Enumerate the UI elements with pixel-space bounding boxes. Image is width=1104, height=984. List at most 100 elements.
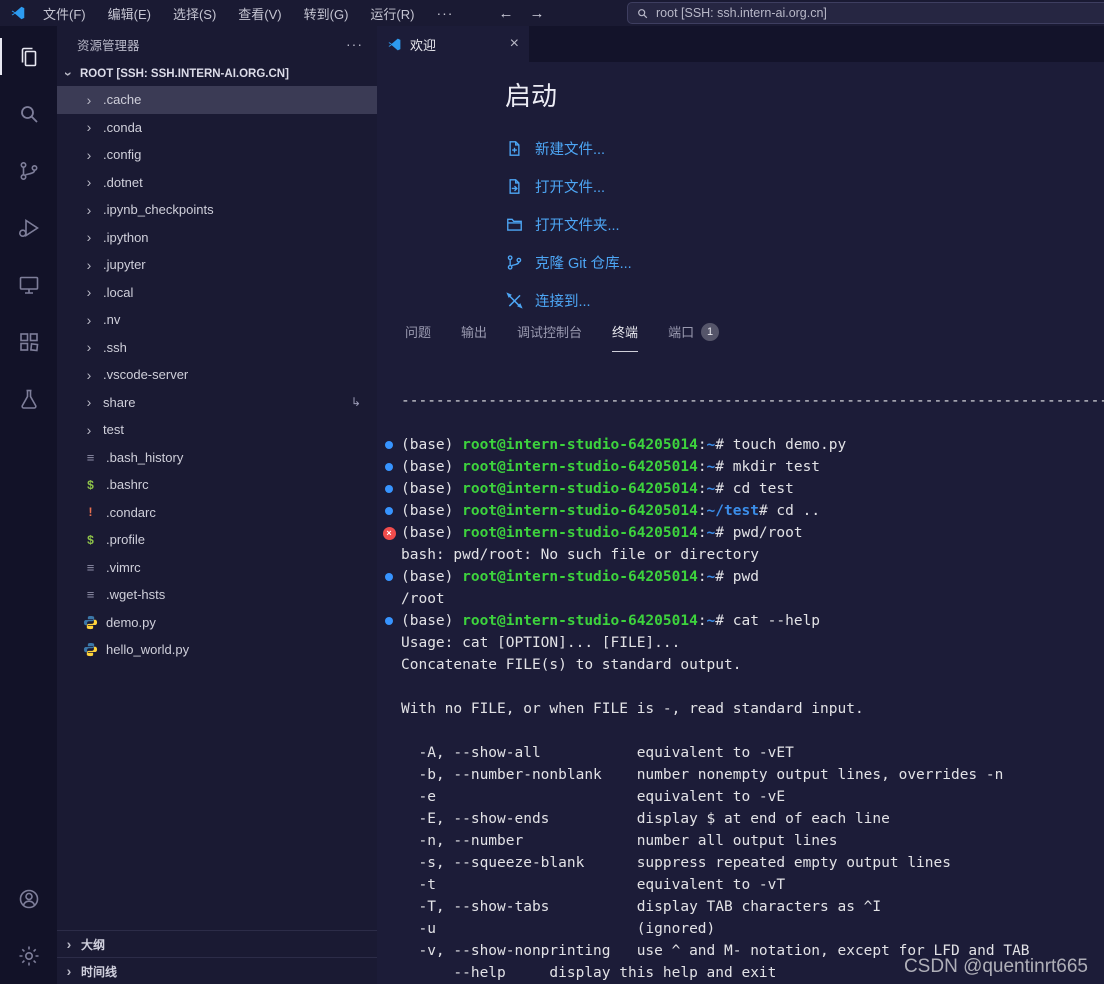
panel-tab[interactable]: 调试控制台 [517, 312, 582, 352]
terminal-gutter [377, 485, 401, 493]
tree-item[interactable]: $ .profile [57, 526, 377, 554]
tree-item[interactable]: ≡ .bash_history [57, 444, 377, 472]
close-icon[interactable]: × [510, 35, 519, 53]
tree-item-label: .nv [103, 312, 121, 328]
settings-icon[interactable] [0, 927, 57, 984]
panel-tab[interactable]: 输出 [461, 312, 487, 352]
menu-item[interactable]: 转到(G) [293, 4, 360, 23]
tree-item[interactable]: $ .bashrc [57, 471, 377, 499]
tree-item[interactable]: › .ipynb_checkpoints [57, 196, 377, 224]
terminal-text: ----------------------------------------… [401, 393, 1104, 409]
panel-tab[interactable]: 问题 [405, 312, 431, 352]
tree-item[interactable]: ≡ .wget-hsts [57, 581, 377, 609]
tab-label: 欢迎 [410, 37, 437, 53]
extensions-icon[interactable] [0, 313, 57, 370]
welcome-start-title: 启动 [505, 81, 558, 111]
tree-item[interactable]: › .cache [57, 86, 377, 114]
chevron-right-icon: › [86, 146, 92, 163]
testing-icon[interactable] [0, 370, 57, 427]
terminal-line: With no FILE, or when FILE is -, read st… [377, 698, 1104, 720]
tab-welcome[interactable]: 欢迎 × [377, 26, 529, 62]
welcome-link-label: 打开文件夹... [535, 217, 620, 234]
menu-item[interactable]: 运行(R) [359, 4, 425, 23]
nav-forward-icon[interactable]: → [529, 5, 544, 22]
terminal-text: -A, --show-all equivalent to -vET [401, 745, 794, 761]
remote-explorer-icon[interactable] [0, 256, 57, 313]
chevron-right-icon: › [86, 256, 92, 273]
terminal-line: (base) root@intern-studio-64205014:~# to… [377, 434, 1104, 456]
menu-overflow[interactable]: ··· [425, 5, 464, 21]
chevron-right-icon: › [86, 339, 92, 356]
chevron-right-icon: › [86, 284, 92, 301]
chevron-right-icon: › [66, 963, 72, 979]
source-control-icon[interactable] [0, 142, 57, 199]
explorer-section-header[interactable]: › ROOT [SSH: SSH.INTERN-AI.ORG.CN] [57, 62, 377, 86]
command-success-marker [385, 507, 393, 515]
explorer-icon[interactable] [0, 28, 57, 85]
python-file-icon [83, 642, 98, 657]
terminal[interactable]: ----------------------------------------… [377, 352, 1104, 984]
menu-item[interactable]: 编辑(E) [97, 4, 162, 23]
terminal-line: -E, --show-ends display $ at end of each… [377, 808, 1104, 830]
run-debug-icon[interactable] [0, 199, 57, 256]
command-center-search[interactable]: root [SSH: ssh.intern-ai.org.cn] [627, 2, 1104, 24]
command-success-marker [385, 485, 393, 493]
terminal-gutter [377, 507, 401, 515]
tree-item[interactable]: › .ssh [57, 334, 377, 362]
menu-item[interactable]: 查看(V) [227, 4, 292, 23]
terminal-line: -s, --squeeze-blank suppress repeated em… [377, 852, 1104, 874]
tree-item[interactable]: › .config [57, 141, 377, 169]
tree-item[interactable]: › .vscode-server [57, 361, 377, 389]
terminal-text: (base) root@intern-studio-64205014:~/tes… [401, 503, 821, 519]
tree-item[interactable]: › .local [57, 279, 377, 307]
panel-tab[interactable]: 终端 [612, 312, 639, 352]
tree-item-label: .local [103, 284, 134, 300]
chevron-right-icon: › [86, 311, 92, 328]
tree-item[interactable]: › .jupyter [57, 251, 377, 279]
terminal-text: Usage: cat [OPTION]... [FILE]... [401, 635, 681, 651]
command-success-marker [385, 463, 393, 471]
panel-tab[interactable]: 端口 1 [668, 312, 720, 352]
terminal-gutter [377, 617, 401, 625]
welcome-link[interactable]: 克隆 Git 仓库... [505, 243, 1104, 281]
terminal-line: Usage: cat [OPTION]... [FILE]... [377, 632, 1104, 654]
tree-item[interactable]: › .nv [57, 306, 377, 334]
menu-item[interactable]: 文件(F) [32, 4, 97, 23]
terminal-gutter [377, 573, 401, 581]
tree-item[interactable]: ≡ .vimrc [57, 554, 377, 582]
account-icon[interactable] [0, 870, 57, 927]
terminal-line: ----------------------------------------… [377, 390, 1104, 412]
welcome-link[interactable]: 新建文件... [505, 129, 1104, 167]
tree-item[interactable]: › .dotnet [57, 169, 377, 197]
tree-item-label: .conda [103, 119, 143, 135]
command-success-marker [385, 441, 393, 449]
sidebar-bottom-section[interactable]: › 时间线 [57, 957, 377, 984]
tree-item[interactable]: › .ipython [57, 224, 377, 252]
search-icon [638, 8, 648, 18]
sidebar-bottom-section[interactable]: › 大纲 [57, 930, 377, 957]
welcome-link[interactable]: 打开文件... [505, 167, 1104, 205]
terminal-line: -t equivalent to -vT [377, 874, 1104, 896]
chevron-down-icon: › [61, 71, 77, 77]
section-label: 大纲 [81, 937, 106, 952]
panel-tab-label: 端口 [668, 325, 695, 340]
nav-back-icon[interactable]: ← [498, 5, 513, 22]
welcome-link[interactable]: 打开文件夹... [505, 205, 1104, 243]
tree-item[interactable]: › share ↳ [57, 389, 377, 417]
command-error-marker: × [382, 526, 396, 540]
terminal-text: -u (ignored) [401, 921, 716, 937]
list-file-icon: ≡ [86, 449, 95, 465]
tree-item[interactable]: demo.py [57, 609, 377, 637]
panel-tab-bar: 问题 输出 调试控制台 终端 端口 1 [377, 312, 1104, 352]
terminal-gutter [377, 441, 401, 449]
tree-item-label: .vscode-server [103, 367, 189, 383]
sidebar-title: 资源管理器 [77, 38, 140, 53]
tree-item[interactable]: hello_world.py [57, 636, 377, 664]
more-actions-icon[interactable]: ··· [346, 36, 363, 52]
panel-tab-label: 问题 [405, 325, 432, 340]
tree-item[interactable]: › test [57, 416, 377, 444]
search-icon[interactable] [0, 85, 57, 142]
tree-item[interactable]: › .conda [57, 114, 377, 142]
tree-item[interactable]: ! .condarc [57, 499, 377, 527]
menu-item[interactable]: 选择(S) [162, 4, 227, 23]
